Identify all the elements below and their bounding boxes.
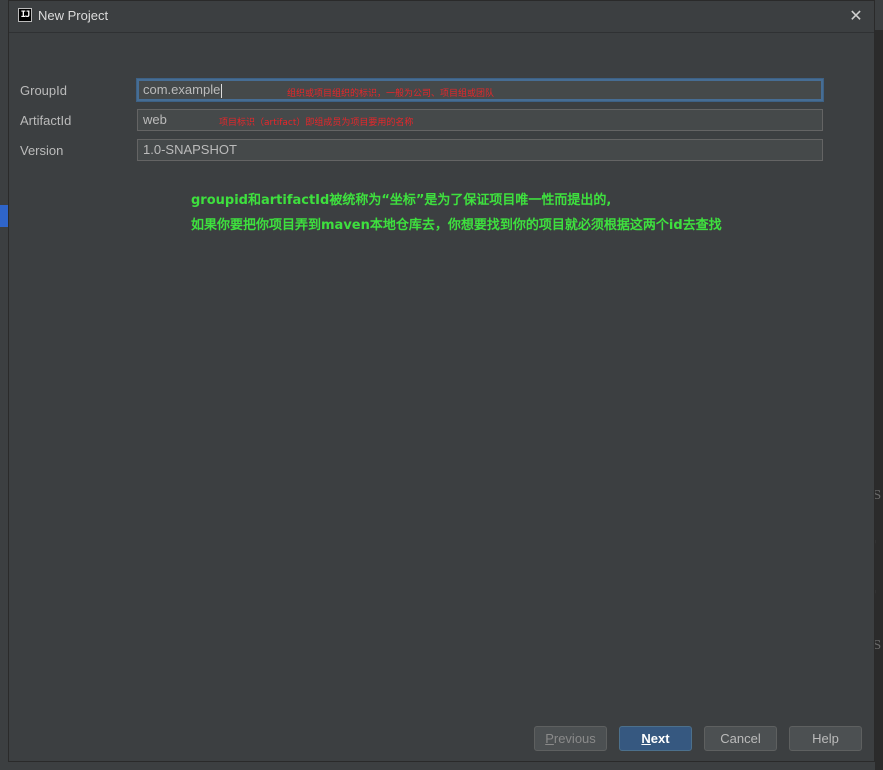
artifactid-label: ArtifactId [20,113,72,128]
dialog-title: New Project [38,8,109,23]
version-label: Version [20,143,64,158]
version-input[interactable]: 1.0-SNAPSHOT [137,139,823,161]
groupid-value: com.example [143,82,221,97]
previous-button[interactable]: Previous [534,726,607,751]
new-project-dialog: IJ New Project ✕ GroupId com.example Art… [8,0,875,762]
artifactid-annotation: 项目标识（artifact）即组成员为项目要用的名称 [219,118,414,128]
coordinate-explanation-line1: groupid和artifactId被统称为“坐标”是为了保证项目唯一性而提出的… [191,193,612,208]
background-right-strip [875,30,883,770]
background-left-strip [0,30,8,770]
title-bar: IJ New Project ✕ [9,1,874,33]
text-caret [221,83,223,98]
version-value: 1.0-SNAPSHOT [143,142,237,157]
help-button[interactable]: Help [789,726,862,751]
next-button[interactable]: Next [619,726,692,751]
cancel-button[interactable]: Cancel [704,726,777,751]
groupid-label: GroupId [20,83,67,98]
artifactid-value: web [143,112,167,127]
close-icon[interactable]: ✕ [845,5,867,27]
background-selection-marker [0,205,8,227]
intellij-logo-icon: IJ [18,8,32,22]
groupid-annotation: 组织或项目组织的标识，一般为公司、项目组或团队 [287,89,495,99]
coordinate-explanation-line2: 如果你要把你项目弄到maven本地仓库去，你想要找到你的项目就必须根据这两个id… [191,218,722,233]
